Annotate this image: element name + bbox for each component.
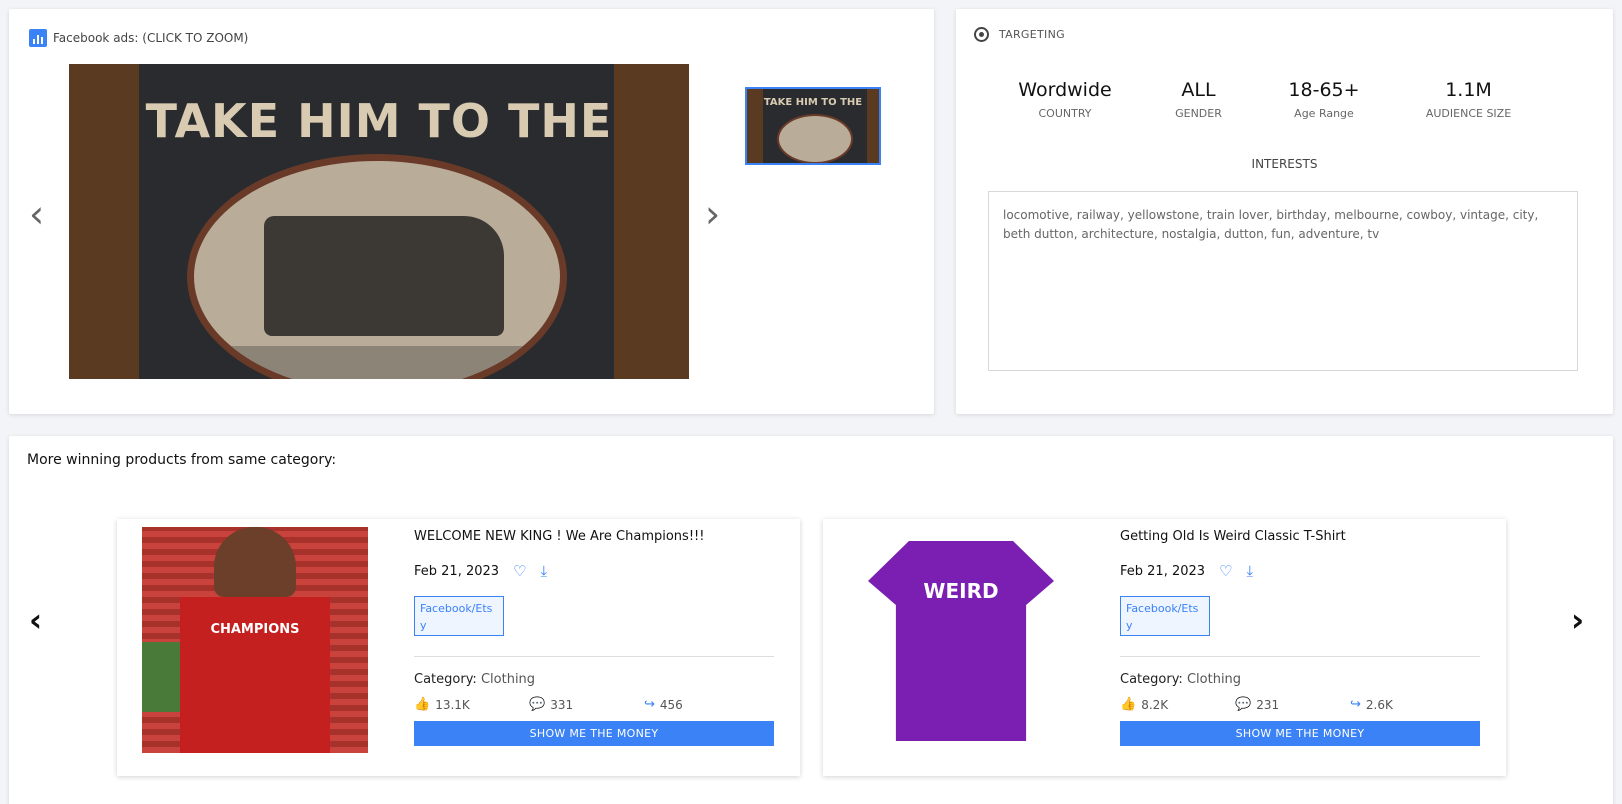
ad-image-headline: TAKE HIM TO THE (145, 94, 613, 148)
product-date: Feb 21, 2023 (414, 563, 500, 579)
likes-count: 13.1K (435, 697, 470, 712)
share-icon: ↪ (1350, 697, 1361, 712)
stat-label: GENDER (1175, 107, 1222, 120)
stat-country: Wordwide COUNTRY (1006, 79, 1124, 120)
stat-label: COUNTRY (1038, 107, 1092, 120)
product-card: WEIRD Getting Old Is Weird Classic T-Shi… (823, 519, 1506, 776)
product-date: Feb 21, 2023 (1120, 563, 1206, 579)
category-value: Clothing (480, 672, 536, 687)
thumbs-up-icon: 👍 (414, 697, 431, 712)
category-row: Category: Clothing (1120, 672, 1480, 687)
divider (1120, 656, 1480, 657)
product-info: Getting Old Is Weird Classic T-Shirt Feb… (1120, 529, 1480, 746)
thumb-headline: TAKE HIM TO THE (763, 97, 863, 108)
show-me-the-money-button[interactable]: SHOW ME THE MONEY (414, 721, 774, 746)
track-graphic (194, 346, 560, 379)
category-row: Category: Clothing (414, 672, 774, 687)
bar-chart-icon (29, 29, 47, 47)
category-label: Category: (414, 672, 477, 687)
likes-count: 8.2K (1141, 697, 1169, 712)
prev-image-arrow[interactable]: ‹ (29, 195, 44, 233)
tee-text: WEIRD (923, 579, 999, 603)
product-name: WELCOME NEW KING ! We Are Champions!!! (414, 529, 705, 544)
train-graphic (264, 216, 504, 336)
engagement-stats: 👍 8.2K 💬 231 ↪ 2.6K (1120, 697, 1480, 712)
tee-graphic (868, 541, 1054, 741)
stat-audience-size: 1.1M AUDIENCE SIZE (1406, 79, 1531, 120)
product-info: WELCOME NEW KING ! We Are Champions!!! F… (414, 529, 774, 746)
tee-graphic (180, 597, 330, 753)
category-label: Category: (1120, 672, 1183, 687)
products-next-arrow[interactable]: › (1571, 601, 1584, 639)
products-prev-arrow[interactable]: ‹ (29, 601, 42, 639)
heart-icon[interactable]: ♡ (1219, 562, 1232, 580)
stat-value: 1.1M (1445, 79, 1492, 101)
targeting-title: TARGETING (999, 28, 1065, 41)
comments-count: 331 (550, 697, 574, 712)
shares-count: 2.6K (1365, 697, 1393, 712)
thumb-oval-graphic (777, 114, 853, 163)
interests-label: INTERESTS (1251, 157, 1318, 171)
more-products-title: More winning products from same category… (27, 452, 337, 468)
show-me-the-money-button[interactable]: SHOW ME THE MONEY (1120, 721, 1480, 746)
stat-gender: ALL GENDER (1156, 79, 1241, 120)
stat-value: ALL (1181, 79, 1216, 101)
download-icon[interactable]: ⤓ (1247, 562, 1254, 580)
product-image-text: WEIRD (848, 581, 1074, 601)
target-icon (974, 27, 989, 42)
comments-icon: 💬 (529, 697, 546, 712)
product-image[interactable]: CHAMPIONS (142, 527, 368, 753)
product-image-text: CHAMPIONS (210, 622, 300, 637)
divider (414, 656, 774, 657)
product-image[interactable]: WEIRD (848, 527, 1074, 753)
ad-thumbnail[interactable]: TAKE HIM TO THE (745, 87, 881, 165)
download-icon[interactable]: ⤓ (541, 562, 548, 580)
source-badge: Facebook/Etsy (414, 596, 504, 636)
stat-age-range: 18-65+ Age Range (1274, 79, 1374, 120)
ads-panel-header[interactable]: Facebook ads: (CLICK TO ZOOM) (29, 29, 248, 47)
product-name: Getting Old Is Weird Classic T-Shirt (1120, 529, 1346, 544)
ad-main-image[interactable]: TAKE HIM TO THE (69, 64, 689, 379)
comments-icon: 💬 (1235, 697, 1252, 712)
comments-count: 231 (1256, 697, 1280, 712)
facebook-ads-panel: Facebook ads: (CLICK TO ZOOM) ‹ TAKE HIM… (9, 9, 934, 414)
heart-icon[interactable]: ♡ (513, 562, 526, 580)
targeting-header: TARGETING (974, 27, 1065, 42)
more-products-panel: More winning products from same category… (9, 436, 1613, 804)
person-graphic (214, 527, 296, 597)
engagement-stats: 👍 13.1K 💬 331 ↪ 456 (414, 697, 774, 712)
date-row: Feb 21, 2023 ♡ ⤓ (414, 562, 774, 580)
date-row: Feb 21, 2023 ♡ ⤓ (1120, 562, 1480, 580)
product-card: CHAMPIONS WELCOME NEW KING ! We Are Cham… (117, 519, 800, 776)
interests-box[interactable]: locomotive, railway, yellowstone, train … (988, 191, 1578, 371)
stat-label: AUDIENCE SIZE (1425, 107, 1512, 120)
category-value: Clothing (1186, 672, 1242, 687)
stat-label: Age Range (1294, 107, 1354, 120)
ads-panel-title: Facebook ads: (CLICK TO ZOOM) (53, 31, 249, 45)
source-badge: Facebook/Etsy (1120, 596, 1210, 636)
stat-value: Wordwide (1018, 79, 1112, 101)
targeting-panel: TARGETING Wordwide COUNTRY ALL GENDER 18… (956, 9, 1613, 414)
thumbs-up-icon: 👍 (1120, 697, 1137, 712)
next-image-arrow[interactable]: › (705, 195, 720, 233)
share-icon: ↪ (644, 697, 655, 712)
stat-value: 18-65+ (1288, 79, 1360, 101)
shares-count: 456 (659, 697, 683, 712)
